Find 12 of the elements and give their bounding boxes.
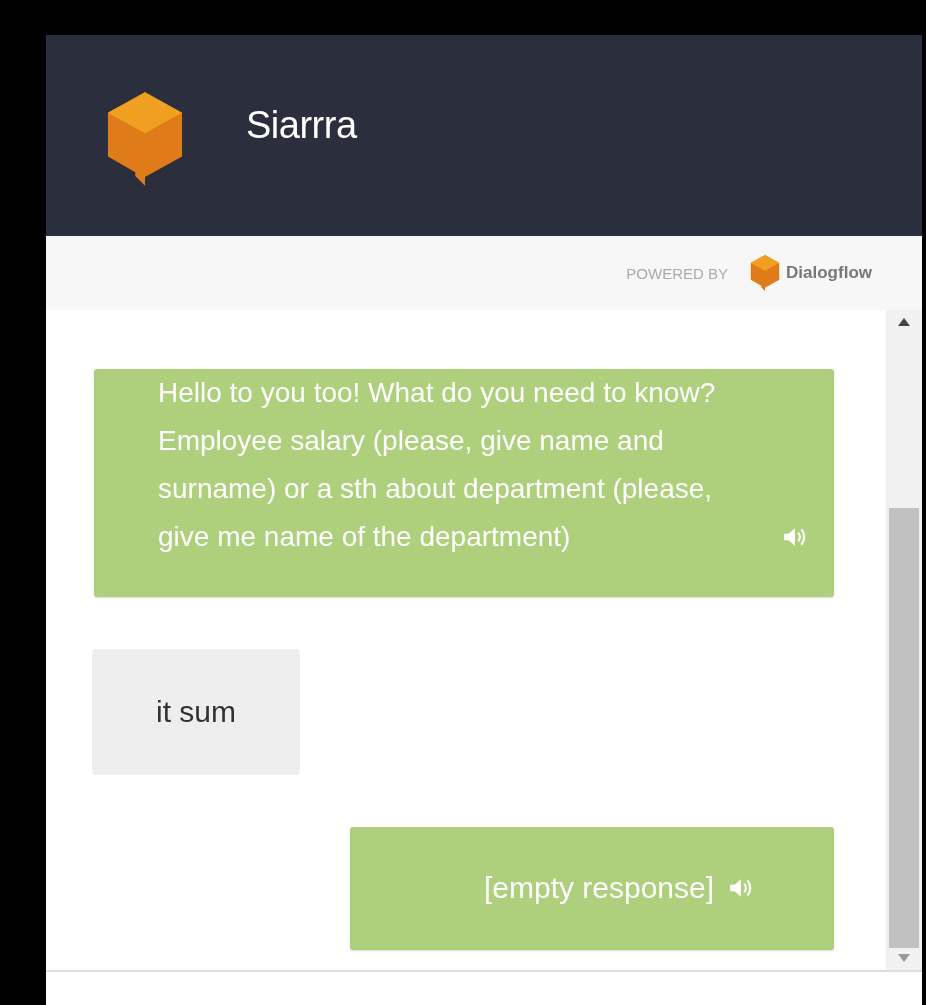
powered-by-label: POWERED BY [626, 264, 729, 282]
bot-name: Siarrra [246, 104, 357, 147]
scroll-down-arrow-icon[interactable] [898, 954, 910, 962]
scroll-up-arrow-icon[interactable] [898, 318, 910, 326]
speech-cube-icon [750, 254, 781, 292]
message-text: Hello to you too! What do you need to know? Employee salary (please, give name and surname) or a sth about department (please, give me name of the department) [158, 376, 717, 554]
message-text: [empty response] [483, 870, 715, 906]
scrollbar[interactable] [886, 310, 922, 970]
scrollbar-thumb[interactable] [889, 508, 919, 948]
message-text: it sum [156, 694, 236, 730]
brand-name: Dialogflow [786, 263, 872, 283]
speech-cube-icon [106, 89, 184, 188]
